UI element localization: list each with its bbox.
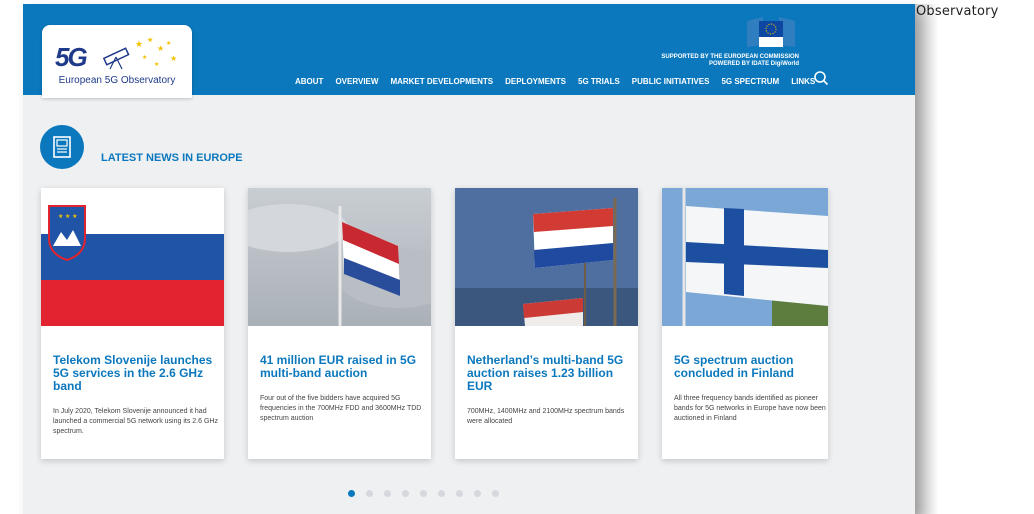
carousel-dot[interactable]	[348, 490, 355, 497]
newspaper-icon	[40, 125, 84, 169]
european-commission-logo	[747, 17, 795, 47]
netherlands-flags-image	[455, 188, 638, 326]
logo-mark: 5G	[55, 42, 88, 72]
card-title[interactable]: 41 million EUR raised in 5G multi-band a…	[260, 354, 425, 380]
nav-5g-spectrum[interactable]: 5G SPECTRUM	[721, 77, 779, 86]
svg-text:★: ★	[142, 54, 147, 61]
support-line-1: SUPPORTED BY THE EUROPEAN COMMISSION	[661, 54, 799, 60]
svg-text:★: ★	[157, 44, 164, 53]
section-heading: LATEST NEWS IN EUROPE	[101, 152, 243, 164]
svg-text:★: ★	[135, 39, 143, 49]
carousel-dot[interactable]	[438, 490, 445, 497]
card-description: In July 2020, Telekom Slovenije announce…	[53, 408, 218, 435]
card-description: Four out of the five bidders have acquir…	[260, 395, 422, 422]
news-card-slovenia[interactable]: ★ ★ ★ Telekom Slovenije launches 5G serv…	[41, 188, 224, 459]
news-card-netherlands[interactable]: Netherland’s multi-band 5G auction raise…	[455, 188, 638, 459]
carousel-dot[interactable]	[456, 490, 463, 497]
nav-public-initiatives[interactable]: PUBLIC INITIATIVES	[632, 77, 710, 86]
carousel-dot[interactable]	[474, 490, 481, 497]
main-nav: ABOUT OVERVIEW MARKET DEVELOPMENTS DEPLO…	[295, 77, 827, 86]
card-title[interactable]: Telekom Slovenije launches 5G services i…	[53, 354, 218, 393]
search-icon[interactable]	[813, 70, 829, 86]
nav-5g-trials[interactable]: 5G TRIALS	[578, 77, 620, 86]
carousel-dot[interactable]	[492, 490, 499, 497]
nav-about[interactable]: ABOUT	[295, 77, 323, 86]
nav-overview[interactable]: OVERVIEW	[335, 77, 378, 86]
card-title[interactable]: 5G spectrum auction concluded in Finland	[674, 354, 839, 380]
site-header: 5G ★ ★ ★ ★ ★ ★ ★ European 5G Observatory	[23, 4, 915, 98]
card-description: All three frequency bands identified as …	[674, 395, 826, 422]
browser-page: 5G ★ ★ ★ ★ ★ ★ ★ European 5G Observatory	[23, 4, 915, 514]
telescope-stars-icon: ★ ★ ★ ★ ★ ★ ★	[102, 36, 177, 70]
svg-text:★: ★	[170, 54, 177, 63]
nav-links[interactable]: LINKS	[791, 77, 815, 86]
flag-pole-image	[248, 188, 431, 326]
finland-flag-image	[662, 188, 828, 326]
svg-text:★: ★	[147, 36, 153, 44]
logo-text: European 5G Observatory	[58, 75, 176, 86]
site-logo[interactable]: 5G ★ ★ ★ ★ ★ ★ ★ European 5G Observatory	[42, 25, 192, 98]
news-card-auction-41m[interactable]: 41 million EUR raised in 5G multi-band a…	[248, 188, 431, 459]
news-card-finland[interactable]: 5G spectrum auction concluded in Finland…	[662, 188, 828, 459]
svg-text:★ ★ ★: ★ ★ ★	[58, 213, 77, 220]
card-title[interactable]: Netherland’s multi-band 5G auction raise…	[467, 354, 632, 393]
nav-deployments[interactable]: DEPLOYMENTS	[505, 77, 566, 86]
support-text: SUPPORTED BY THE EUROPEAN COMMISSION POW…	[661, 54, 799, 68]
carousel-dot[interactable]	[402, 490, 409, 497]
support-line-2: POWERED BY IDATE DigiWorld	[708, 61, 799, 67]
carousel-dot[interactable]	[420, 490, 427, 497]
carousel-pagination	[348, 490, 499, 497]
carousel-dot[interactable]	[366, 490, 373, 497]
svg-text:★: ★	[154, 61, 159, 68]
slovenia-flag-image: ★ ★ ★	[41, 188, 224, 326]
window-shadow	[915, 4, 939, 514]
svg-text:★: ★	[166, 40, 171, 47]
nav-market-developments[interactable]: MARKET DEVELOPMENTS	[390, 77, 493, 86]
carousel-dot[interactable]	[384, 490, 391, 497]
card-description: 700MHz, 1400MHz and 2100MHz spectrum ban…	[467, 408, 625, 425]
